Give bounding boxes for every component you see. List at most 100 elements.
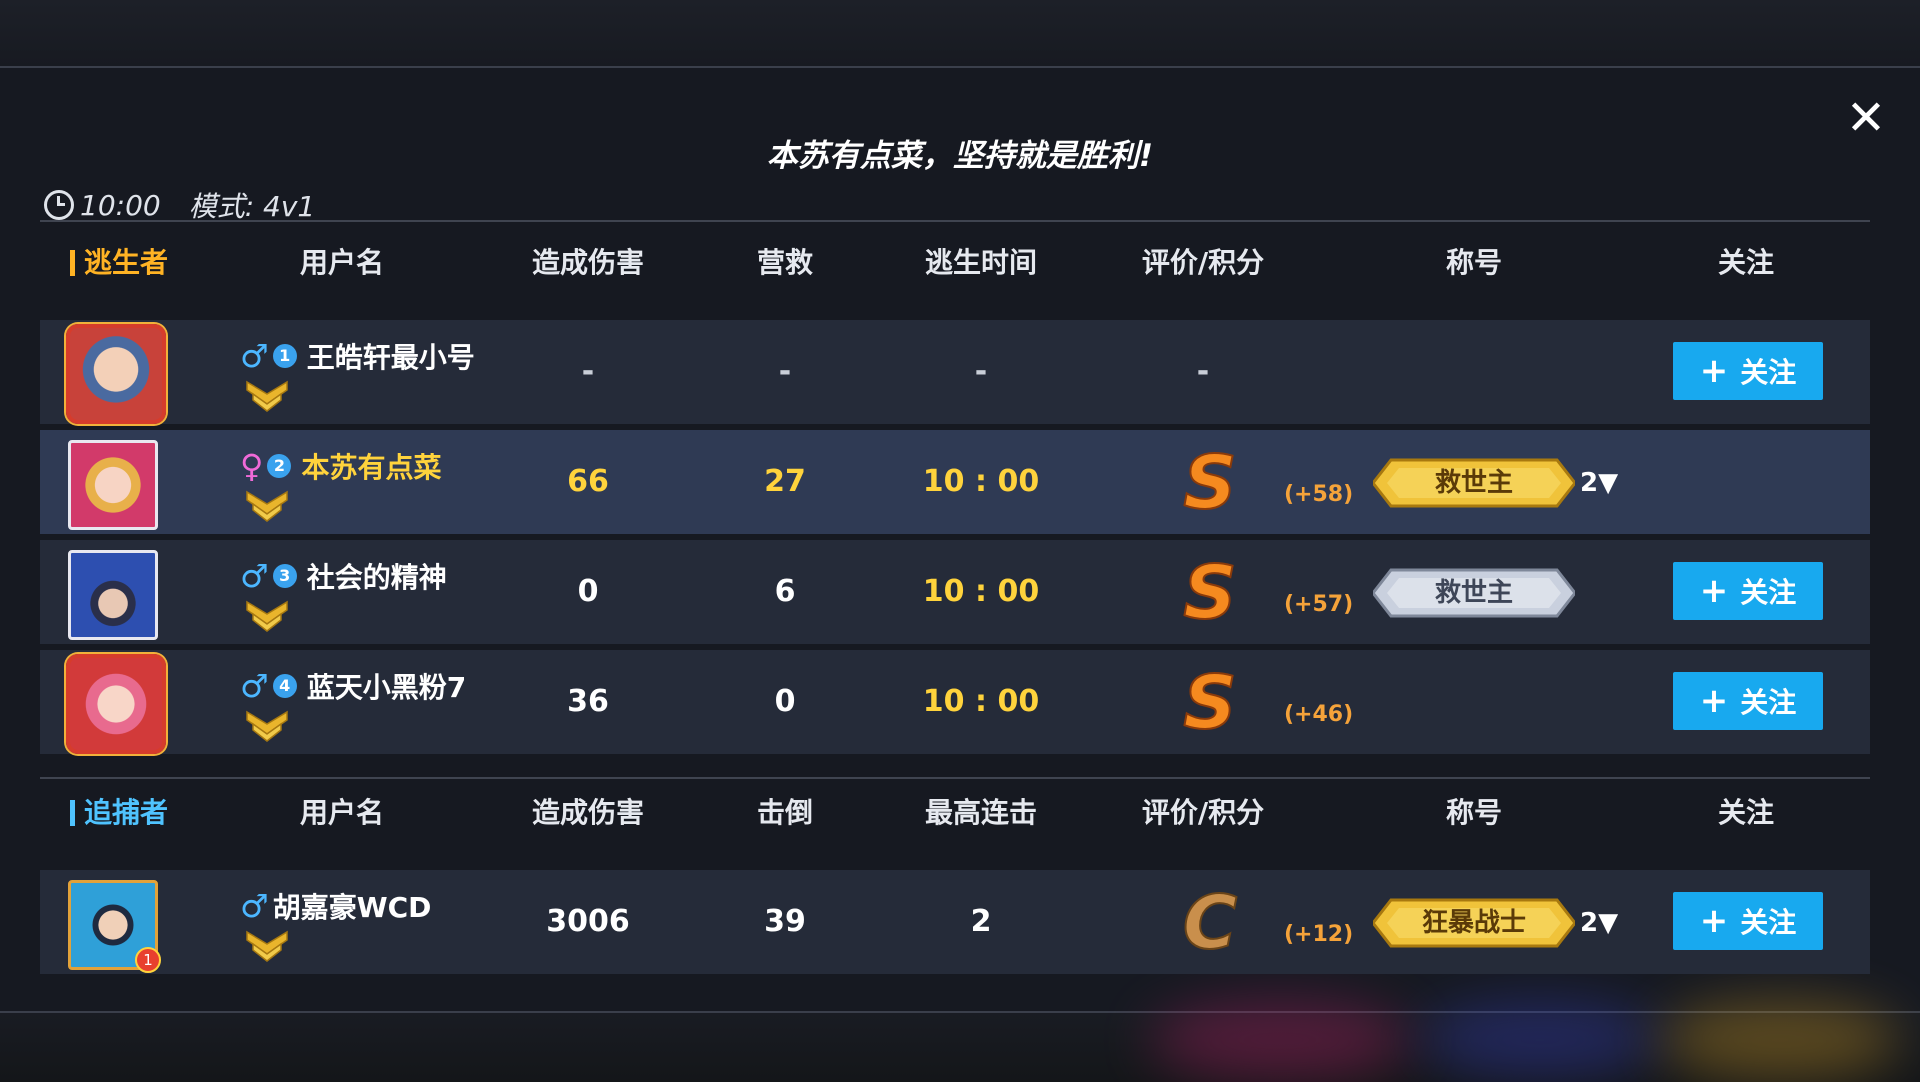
- col-rating: 评价/积分: [1141, 246, 1265, 279]
- rank-number: 2: [267, 454, 292, 478]
- rank-emblem-icon: [246, 930, 288, 962]
- escaper-row: ♂ 3 社会的精神 0 6 10 : 00 S (+57) 救世主 + 关注: [40, 540, 1870, 644]
- male-icon: ♂: [240, 557, 269, 595]
- match-time: 10:00: [80, 188, 161, 222]
- col-rating: 评价/积分: [1141, 796, 1265, 829]
- user-info: ♀ 2 本苏有点菜: [240, 446, 441, 486]
- damage: 0: [577, 574, 599, 609]
- col-follow: 关注: [1717, 796, 1775, 829]
- damage: 66: [567, 464, 609, 499]
- rescue: 6: [774, 574, 796, 609]
- rank-emblem-icon: [246, 490, 288, 522]
- chaser-header: 追捕者 用户名 造成伤害 击倒 最高连击 评价/积分 称号 关注: [40, 778, 1870, 848]
- col-combo: 最高连击: [924, 796, 1038, 829]
- avatar[interactable]: 1: [68, 880, 161, 973]
- escaper-row: ♂ 4 蓝天小黑粉7 36 0 10 : 00 S (+46) + 关注: [40, 650, 1870, 754]
- clock-icon: [44, 190, 74, 220]
- col-title: 称号: [1445, 246, 1503, 279]
- follow-button[interactable]: + 关注: [1673, 562, 1823, 620]
- escape-time: 10 : 00: [922, 464, 1040, 499]
- svg-text:S: S: [1183, 446, 1236, 518]
- match-title: 本苏有点菜，坚持就是胜利!: [766, 138, 1154, 174]
- avatar[interactable]: [66, 654, 166, 754]
- female-icon: ♀: [240, 447, 264, 485]
- bottom-glow: [1150, 1000, 1410, 1080]
- max-combo: 2: [970, 904, 992, 939]
- rank-emblem-icon: [246, 380, 288, 412]
- escape-time: 10 : 00: [922, 684, 1040, 719]
- svg-text:S: S: [1183, 666, 1236, 738]
- col-knockdown: 击倒: [756, 796, 814, 829]
- svg-text:S: S: [1183, 556, 1236, 628]
- plus-icon: +: [1699, 351, 1729, 391]
- rank-number: 4: [272, 674, 297, 698]
- damage: 36: [567, 684, 609, 719]
- bottom-glow: [1420, 1000, 1660, 1080]
- escaper-label: 逃生者: [70, 228, 168, 298]
- close-button[interactable]: ✕: [1840, 92, 1892, 144]
- rating: -: [1196, 354, 1210, 389]
- follow-label: 关注: [1740, 686, 1797, 719]
- plus-icon: +: [1699, 571, 1729, 611]
- user-info: ♂ 1 王皓轩最小号: [240, 336, 475, 376]
- follow-label: 关注: [1740, 356, 1797, 389]
- plus-icon: +: [1699, 901, 1729, 941]
- avatar[interactable]: [66, 324, 166, 424]
- username[interactable]: 王皓轩最小号: [307, 336, 475, 376]
- title-text: 救世主: [1434, 578, 1513, 608]
- title-badge[interactable]: 救世主: [1371, 568, 1577, 618]
- username[interactable]: 社会的精神: [307, 556, 447, 596]
- username[interactable]: 本苏有点菜: [301, 446, 441, 486]
- col-title: 称号: [1445, 796, 1503, 829]
- points: (+57): [1284, 592, 1354, 617]
- follow-label: 关注: [1740, 576, 1797, 609]
- rank-number: 3: [272, 564, 297, 588]
- avatar[interactable]: [68, 550, 158, 640]
- col-rescue: 营救: [756, 246, 814, 279]
- title-dropdown[interactable]: 2▼: [1580, 898, 1618, 948]
- rescue: 0: [774, 684, 796, 719]
- rescue: 27: [764, 464, 806, 499]
- knockdown: 39: [764, 904, 806, 939]
- plus-icon: +: [1699, 681, 1729, 721]
- col-damage: 造成伤害: [531, 246, 645, 279]
- escape-time: 10 : 00: [922, 574, 1040, 609]
- title-text: 救世主: [1434, 468, 1513, 498]
- points: (+58): [1284, 482, 1354, 507]
- avatar[interactable]: [68, 440, 158, 530]
- escape-time: -: [974, 354, 988, 389]
- rank-emblem-icon: [246, 600, 288, 632]
- username[interactable]: 蓝天小黑粉7: [307, 666, 466, 706]
- col-user: 用户名: [299, 246, 385, 279]
- grade-c-icon: C: [1182, 886, 1238, 958]
- title-text: 狂暴战士: [1421, 908, 1526, 938]
- chaser-row: 1 ♂ 胡嘉豪WCD 3006 39 2 C (+12) 狂暴战士 2▼ + 关注: [40, 870, 1870, 974]
- follow-label: 关注: [1740, 906, 1797, 939]
- divider: [40, 220, 1870, 222]
- match-info: 10:00 模式: 4v1: [44, 185, 315, 225]
- svg-text:C: C: [1183, 886, 1237, 958]
- follow-button[interactable]: + 关注: [1673, 342, 1823, 400]
- user-info: ♂ 4 蓝天小黑粉7: [240, 666, 466, 706]
- follow-button[interactable]: + 关注: [1673, 892, 1823, 950]
- close-icon: ✕: [1845, 90, 1887, 146]
- male-icon: ♂: [240, 667, 269, 705]
- user-info: ♂ 胡嘉豪WCD: [240, 886, 431, 926]
- col-damage: 造成伤害: [531, 796, 645, 829]
- col-follow: 关注: [1717, 246, 1775, 279]
- bottom-glow: [1660, 1000, 1900, 1080]
- title-badge[interactable]: 狂暴战士: [1371, 898, 1577, 948]
- male-icon: ♂: [240, 887, 269, 925]
- title-badge[interactable]: 救世主: [1371, 458, 1577, 508]
- male-icon: ♂: [240, 337, 269, 375]
- col-escape-time: 逃生时间: [924, 246, 1038, 279]
- user-info: ♂ 3 社会的精神: [240, 556, 447, 596]
- points: (+46): [1284, 702, 1354, 727]
- username[interactable]: 胡嘉豪WCD: [273, 886, 432, 926]
- match-mode: 模式: 4v1: [188, 190, 316, 223]
- grade-s-icon: S: [1182, 556, 1237, 628]
- col-user: 用户名: [299, 796, 385, 829]
- follow-button[interactable]: + 关注: [1673, 672, 1823, 730]
- top-band: [0, 0, 1920, 68]
- title-dropdown[interactable]: 2▼: [1580, 458, 1618, 508]
